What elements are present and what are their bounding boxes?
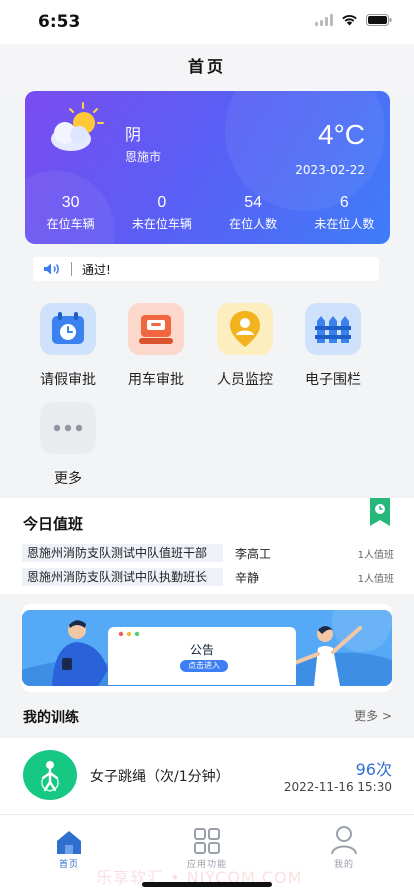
training-name: 女子跳绳（次/1分钟）: [90, 769, 230, 785]
board-dots: [118, 631, 140, 637]
home-indicator: [142, 882, 272, 887]
stat-value: 54: [244, 194, 263, 211]
duty-unit: 恩施州消防支队测试中队执勤班长: [22, 568, 223, 586]
app-leave-approval[interactable]: 请假审批: [24, 303, 112, 389]
stat-label: 在位人数: [229, 217, 278, 231]
calendar-clock-icon: [40, 303, 96, 355]
notice-bar[interactable]: 通过!: [33, 257, 379, 281]
stat-vehicles-on-duty[interactable]: 30 在位车辆: [25, 194, 116, 232]
weather-card[interactable]: 阴 恩施市 4°C 2023-02-22 30 在位车辆 0 未在位车辆 54 …: [25, 91, 390, 244]
duty-section: 今日值班 恩施州消防支队测试中队值班干部 李高工 1人值班 恩施州消防支队测试中…: [0, 498, 414, 594]
car-stamp-icon: [128, 303, 184, 355]
notice-divider: [71, 262, 72, 276]
announcement-banner[interactable]: 公告 点击进入: [22, 610, 392, 686]
duty-person: 辛静: [235, 570, 260, 585]
app-more[interactable]: 更多: [24, 402, 112, 488]
app-label: 电子围栏: [305, 372, 361, 388]
app-label: 更多: [54, 471, 82, 487]
app-geofence[interactable]: 电子围栏: [289, 303, 377, 389]
duty-count: 1人值班: [357, 573, 394, 585]
bookmark-clock-icon[interactable]: [370, 498, 390, 526]
training-time: 2022-11-16 15:30: [283, 780, 392, 794]
announcement-title: 公告: [189, 643, 214, 657]
battery-icon: [366, 14, 392, 26]
status-time: 6:53: [38, 12, 81, 32]
app-label: 用车审批: [128, 372, 184, 388]
app-vehicle-approval[interactable]: 用车审批: [112, 303, 200, 389]
duty-count: 1人值班: [357, 549, 394, 561]
fence-icon: [305, 303, 361, 355]
training-title: 我的训练: [23, 710, 79, 726]
tab-label: 我的: [333, 860, 354, 870]
stat-people-on-duty[interactable]: 54 在位人数: [208, 194, 299, 232]
tab-apps[interactable]: 应用功能: [167, 815, 247, 870]
weather-city: 恩施市: [125, 150, 162, 164]
stat-people-off-duty[interactable]: 6 未在位人数: [299, 194, 390, 232]
home-icon: [29, 823, 109, 855]
status-icons: [315, 14, 392, 26]
training-header: 我的训练 更多 >: [0, 700, 414, 736]
duty-person: 李高工: [235, 546, 272, 561]
app-label: 请假审批: [40, 372, 96, 388]
stat-value: 30: [61, 194, 80, 211]
person-pin-icon: [217, 303, 273, 355]
duty-row[interactable]: 恩施州消防支队测试中队执勤班长 辛静 1人值班: [22, 568, 394, 586]
speaker-icon: [44, 263, 59, 275]
weather-condition: 阴: [125, 125, 142, 144]
weather-temperature: 4°C: [318, 119, 365, 150]
weather-deco: [225, 91, 385, 211]
training-value: 96次: [355, 760, 392, 779]
more-dots-icon: [40, 402, 96, 454]
app-personnel-monitor[interactable]: 人员监控: [201, 303, 289, 389]
signal-icon: [315, 14, 333, 26]
weather-stats: 30 在位车辆 0 未在位车辆 54 在位人数 6 未在位人数: [25, 194, 390, 232]
tab-home[interactable]: 首页: [29, 815, 109, 870]
notice-text: 通过!: [82, 262, 111, 277]
stat-label: 在位车辆: [46, 217, 95, 231]
stat-value: 6: [339, 194, 349, 211]
page-title: 首页: [0, 44, 414, 90]
stat-label: 未在位车辆: [131, 217, 192, 231]
duty-row[interactable]: 恩施州消防支队测试中队值班干部 李高工 1人值班: [22, 544, 394, 562]
grid-icon: [167, 823, 247, 855]
stat-vehicles-off-duty[interactable]: 0 未在位车辆: [116, 194, 207, 232]
stat-value: 0: [157, 194, 167, 211]
announcement-board: 公告 点击进入: [108, 627, 296, 685]
status-bar: 6:53: [0, 0, 414, 44]
weather-date: 2023-02-22: [295, 163, 365, 177]
training-item[interactable]: 女子跳绳（次/1分钟） 96次 2022-11-16 15:30: [0, 738, 414, 814]
announcement-card: 公告 点击进入: [22, 604, 392, 692]
wifi-icon: [342, 15, 357, 26]
stat-label: 未在位人数: [314, 217, 375, 231]
duty-title: 今日值班: [23, 515, 84, 533]
announcement-enter-button[interactable]: 点击进入: [180, 660, 228, 672]
duty-unit: 恩施州消防支队测试中队值班干部: [22, 544, 223, 562]
tab-profile[interactable]: 我的: [304, 815, 384, 870]
cloud-sun-icon: [51, 102, 104, 151]
app-label: 人员监控: [217, 372, 273, 388]
jump-rope-icon: [23, 750, 77, 800]
user-icon: [304, 823, 384, 855]
training-more-link[interactable]: 更多 >: [354, 707, 392, 724]
